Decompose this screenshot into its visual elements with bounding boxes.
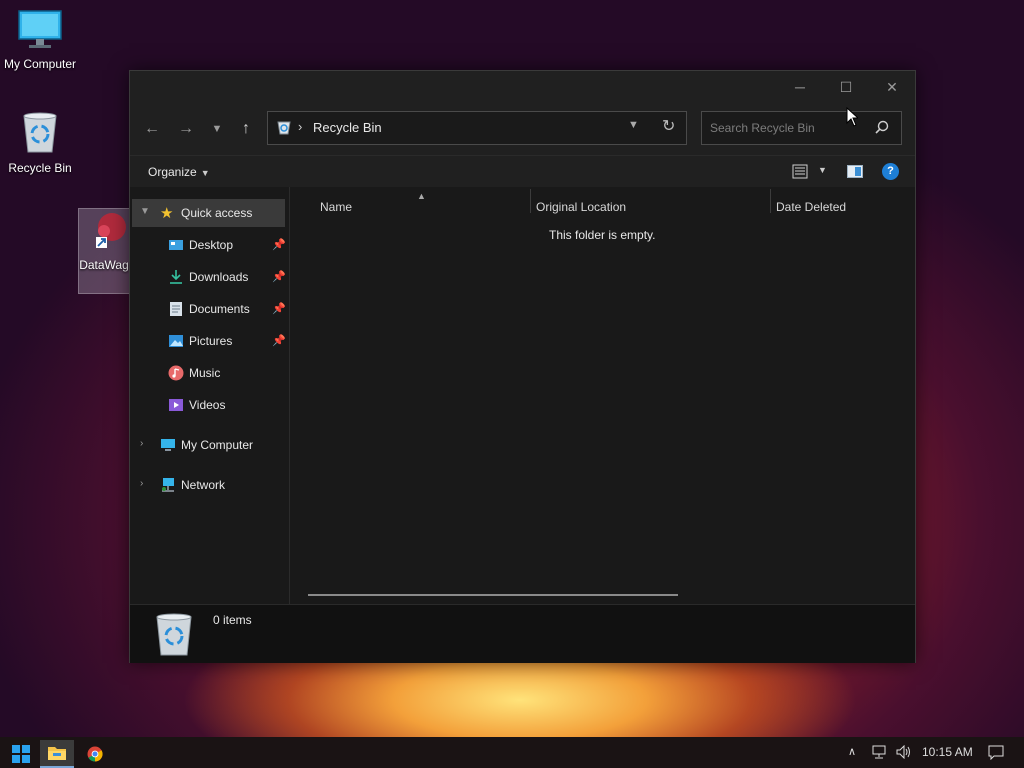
empty-folder-message: This folder is empty.	[549, 228, 656, 242]
caret-down-icon: ▼	[200, 168, 210, 178]
pin-icon[interactable]: 📌	[272, 238, 286, 251]
desktop-icon-label: DataWag om	[79, 258, 131, 272]
arrow-left-icon: ←	[144, 120, 160, 137]
monitor-icon	[161, 439, 175, 451]
nav-item-quick-access[interactable]: ▼ ★ Quick access	[132, 199, 285, 227]
nav-item-label: Documents	[189, 302, 250, 316]
sort-ascending-icon: ▲	[417, 191, 426, 201]
desktop-icon-my-computer[interactable]: My Computer	[0, 10, 80, 72]
navigation-bar: ← → ▼ ↑ › Recycle Bin ▼ ↻	[130, 103, 915, 155]
nav-item-downloads[interactable]: Downloads 📌	[130, 263, 289, 291]
notification-icon[interactable]	[988, 745, 1004, 760]
column-header-label: Date Deleted	[776, 200, 847, 214]
maximize-button[interactable]: ☐	[828, 75, 864, 99]
document-icon	[170, 302, 182, 316]
search-icon[interactable]	[874, 119, 890, 135]
breadcrumb-separator: ›	[298, 119, 303, 134]
volume-icon[interactable]	[896, 745, 912, 759]
nav-item-label: Music	[189, 366, 221, 380]
pictures-icon	[169, 335, 183, 347]
minimize-button[interactable]: ─	[782, 75, 818, 99]
windows-logo-icon	[12, 745, 30, 763]
nav-item-documents[interactable]: Documents 📌	[130, 295, 289, 323]
nav-item-music[interactable]: Music	[130, 359, 289, 387]
chevron-down-icon[interactable]: ▼	[140, 206, 150, 217]
chevron-right-icon[interactable]: ›	[140, 478, 143, 489]
nav-item-my-computer[interactable]: › My Computer	[130, 431, 289, 459]
title-bar[interactable]: ─ ☐ ✕	[130, 71, 915, 103]
explorer-window: ─ ☐ ✕ ← → ▼ ↑ › Recycle Bin ▼ ↻ Or	[129, 70, 916, 663]
recycle-bin-icon	[156, 613, 192, 656]
mouse-cursor-icon	[846, 107, 858, 127]
column-header-label: Original Location	[536, 200, 627, 214]
help-icon[interactable]: ?	[882, 163, 899, 180]
up-button[interactable]: ↑	[234, 117, 258, 141]
column-divider[interactable]	[530, 189, 531, 213]
horizontal-scrollbar[interactable]	[308, 594, 678, 596]
desktop-icon-recycle-bin[interactable]: Recycle Bin	[0, 110, 80, 176]
arrow-right-icon: →	[178, 120, 194, 137]
network-icon	[162, 478, 174, 492]
details-pane: 0 items	[130, 604, 915, 663]
forward-button[interactable]: →	[174, 117, 198, 141]
folder-icon	[48, 747, 66, 760]
back-button[interactable]: ←	[140, 117, 164, 141]
navigation-pane: ▼ ★ Quick access Desktop 📌 Downloads 📌 D…	[130, 187, 290, 604]
recent-locations-button[interactable]: ▼	[205, 117, 229, 141]
recycle-bin-icon	[23, 112, 57, 153]
video-icon	[169, 399, 183, 411]
organize-label: Organize	[148, 165, 197, 179]
monitor-icon	[18, 10, 62, 48]
column-divider[interactable]	[770, 189, 771, 213]
nav-item-label: Downloads	[189, 270, 249, 284]
pin-icon[interactable]: 📌	[272, 302, 286, 315]
chrome-icon	[87, 746, 103, 762]
nav-item-label: Pictures	[189, 334, 233, 348]
pin-icon[interactable]: 📌	[272, 270, 286, 283]
chevron-down-icon: ▼	[211, 123, 223, 135]
clock[interactable]: 10:15 AM	[922, 745, 973, 759]
view-options-caret-icon[interactable]: ▼	[818, 165, 827, 175]
start-button[interactable]	[4, 740, 38, 768]
nav-item-label: Network	[181, 478, 226, 492]
breadcrumb-recycle-bin[interactable]: Recycle Bin	[313, 120, 382, 135]
preview-pane-icon[interactable]	[847, 165, 863, 178]
recycle-bin-icon	[277, 121, 291, 135]
show-hidden-icons-chevron-up-icon[interactable]: ∧	[848, 745, 856, 758]
nav-item-label: Quick access	[181, 206, 253, 220]
nav-item-label: My Computer	[181, 438, 254, 452]
organize-button[interactable]: Organize ▼	[148, 165, 210, 179]
nav-item-desktop[interactable]: Desktop 📌	[130, 231, 289, 259]
file-list[interactable]: Name ▲ Original Location Date Deleted Th…	[290, 187, 915, 604]
nav-item-label: Videos	[189, 398, 226, 412]
pin-icon[interactable]: 📌	[272, 334, 286, 347]
star-icon: ★	[160, 205, 174, 222]
taskbar: ∧ 10:15 AM	[0, 737, 1024, 768]
close-button[interactable]: ✕	[874, 75, 910, 99]
download-arrow-icon	[170, 270, 182, 284]
command-bar: Organize ▼ ▼ ?	[130, 155, 915, 188]
search-box	[701, 111, 902, 145]
chevron-right-icon[interactable]: ›	[140, 438, 143, 449]
network-status-icon[interactable]	[872, 745, 888, 759]
desktop-folder-icon	[169, 240, 183, 250]
desktop-icon-datawag[interactable]: DataWag om	[78, 208, 132, 294]
desktop-icon-label: My Computer	[3, 57, 77, 71]
details-view-icon[interactable]	[792, 164, 808, 179]
arrow-up-icon: ↑	[242, 120, 250, 137]
taskbar-chrome[interactable]	[78, 740, 112, 768]
item-count: 0 items	[213, 613, 252, 627]
nav-item-network[interactable]: › Network	[130, 471, 289, 499]
taskbar-file-explorer[interactable]	[40, 740, 74, 768]
refresh-icon[interactable]: ↻	[662, 116, 675, 136]
address-bar[interactable]: › Recycle Bin ▼ ↻	[267, 111, 687, 145]
shortcut-app-icon	[96, 213, 126, 248]
chevron-down-icon[interactable]: ▼	[628, 119, 639, 131]
nav-item-videos[interactable]: Videos	[130, 391, 289, 419]
desktop-icon-label: Recycle Bin	[8, 161, 72, 175]
nav-item-label: Desktop	[189, 238, 234, 252]
music-note-icon	[168, 365, 184, 381]
column-header-label: Name	[320, 200, 353, 214]
nav-item-pictures[interactable]: Pictures 📌	[130, 327, 289, 355]
